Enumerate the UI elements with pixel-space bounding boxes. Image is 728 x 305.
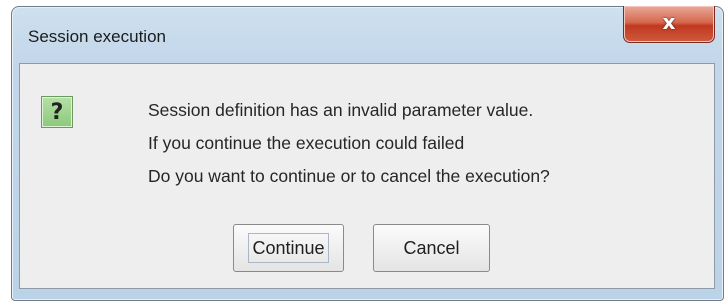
dialog-content: ? Session definition has an invalid para… (19, 63, 715, 289)
continue-button[interactable]: Continue (233, 224, 344, 272)
question-icon-glyph: ? (50, 100, 64, 125)
message-text: Session definition has an invalid parame… (148, 94, 550, 193)
continue-button-label: Continue (248, 232, 329, 263)
close-icon: x (662, 10, 676, 34)
close-button[interactable]: x (623, 6, 715, 43)
dialog-window: Session execution x ? Session definition… (11, 6, 724, 301)
cancel-button[interactable]: Cancel (373, 224, 490, 272)
cancel-button-label: Cancel (403, 238, 460, 258)
window-title: Session execution (28, 27, 166, 46)
message-line-2: If you continue the execution could fail… (148, 133, 465, 153)
question-icon: ? (41, 96, 73, 128)
message-line-3: Do you want to continue or to cancel the… (148, 166, 550, 186)
message-line-1: Session definition has an invalid parame… (148, 100, 534, 120)
title-bar[interactable]: Session execution x (12, 6, 723, 63)
